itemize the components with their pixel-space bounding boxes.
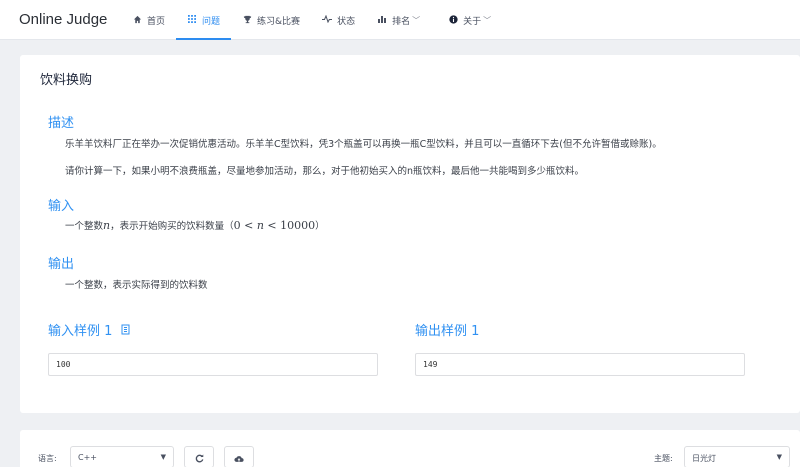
sample-input-title: 输入样例 1: [48, 324, 113, 339]
editor-toolbar: 语言: C++ ▼ 主题: 日光灯 ▼: [20, 430, 800, 467]
nav-home-label: 首页: [147, 16, 166, 27]
nav-rank-label: 排名: [392, 16, 411, 27]
sample-output-heading: 输出样例 1: [415, 324, 480, 339]
problem-title: 饮料换购: [40, 73, 93, 88]
language-value: C++: [78, 453, 97, 462]
input-text-prefix: 一个整数: [65, 221, 104, 232]
language-label: 语言:: [38, 454, 57, 463]
main-nav: 首页 问题 练习&比赛 状态 排名 ﹀ 关于 ﹀: [121, 0, 502, 40]
refresh-icon: [195, 448, 204, 467]
input-heading: 输入: [48, 199, 75, 214]
input-description: 一个整数n，表示开始购买的饮料数量（0 < n < 10000）: [65, 218, 325, 232]
caret-down-icon: ▼: [776, 453, 782, 461]
description-paragraph-2: 请你计算一下，如果小明不浪费瓶盖，尽量地参加活动，那么，对于他初始买入的n瓶饮料…: [65, 166, 585, 177]
input-text-middle: ，表示开始购买的饮料数量（: [110, 221, 234, 232]
output-heading: 输出: [48, 257, 75, 272]
nav-rank[interactable]: 排名 ﹀: [366, 0, 431, 40]
nav-about[interactable]: 关于 ﹀: [437, 0, 502, 40]
grid-icon: [187, 15, 197, 25]
nav-status[interactable]: 状态: [311, 0, 366, 40]
theme-value: 日光灯: [692, 454, 716, 463]
reset-code-button[interactable]: [184, 446, 214, 467]
theme-select[interactable]: 日光灯 ▼: [684, 446, 790, 467]
trophy-icon: [242, 15, 252, 26]
problem-card: 饮料换购 描述 乐羊羊饮料厂正在举办一次促销优惠活动。乐羊羊C型饮料，凭3个瓶盖…: [20, 55, 800, 413]
nav-problems-label: 问题: [202, 16, 221, 27]
input-range-high: < 10000: [263, 219, 316, 232]
pulse-icon: [322, 14, 333, 25]
cloud-upload-icon: [234, 448, 244, 467]
input-range-low: 0 <: [233, 219, 257, 232]
caret-down-icon: ▼: [160, 453, 166, 461]
chevron-down-icon: ﹀: [412, 15, 421, 25]
input-range-variable: n: [256, 219, 264, 232]
nav-problems[interactable]: 问题: [176, 0, 232, 40]
nav-contest[interactable]: 练习&比赛: [231, 0, 311, 40]
bar-chart-icon: [377, 15, 387, 25]
sample-input-box: 100: [48, 353, 378, 376]
sample-input-heading: 输入样例 1: [48, 320, 131, 339]
upload-code-button[interactable]: [224, 446, 254, 467]
theme-label: 主题:: [654, 454, 673, 463]
output-description: 一个整数，表示实际得到的饮料数: [65, 280, 208, 291]
info-icon: [448, 14, 458, 26]
top-nav-bar: Online Judge 首页 问题 练习&比赛 状态 排名 ﹀ 关于 ﹀: [0, 0, 800, 40]
description-paragraph-1: 乐羊羊饮料厂正在举办一次促销优惠活动。乐羊羊C型饮料，凭3个瓶盖可以再换一瓶C型…: [65, 139, 662, 150]
description-heading: 描述: [48, 116, 75, 131]
home-icon: [132, 15, 142, 26]
nav-contest-label: 练习&比赛: [257, 16, 301, 27]
sample-output-box: 149: [415, 353, 745, 376]
copy-icon[interactable]: [121, 324, 131, 335]
nav-home[interactable]: 首页: [121, 0, 176, 40]
site-logo[interactable]: Online Judge: [19, 11, 107, 28]
language-select[interactable]: C++ ▼: [70, 446, 174, 467]
nav-about-label: 关于: [463, 16, 482, 27]
chevron-down-icon: ﹀: [483, 15, 492, 25]
nav-status-label: 状态: [337, 16, 356, 27]
input-text-suffix: ）: [315, 221, 325, 232]
